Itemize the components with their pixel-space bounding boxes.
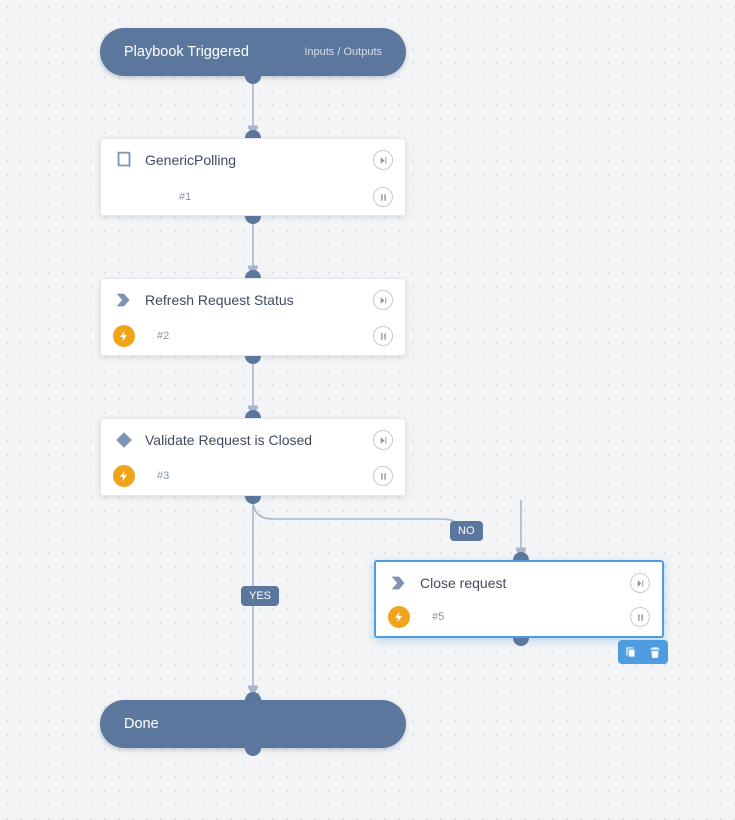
connector-knob — [245, 270, 261, 278]
connector-knob — [245, 496, 261, 504]
selection-toolbar — [618, 640, 668, 664]
pause-button[interactable] — [630, 607, 650, 627]
task-index: #2 — [157, 330, 169, 342]
diamond-icon — [113, 429, 135, 451]
task-index: #5 — [432, 611, 444, 623]
branch-label-no[interactable]: NO — [450, 521, 483, 541]
task-title: GenericPolling — [145, 152, 363, 168]
playbook-canvas[interactable]: Playbook Triggered Inputs / Outputs Gene… — [0, 0, 735, 820]
skip-button[interactable] — [630, 573, 650, 593]
connector-knob — [513, 638, 529, 646]
book-icon — [113, 149, 135, 171]
trigger-io-link[interactable]: Inputs / Outputs — [304, 46, 382, 58]
branch-label-yes[interactable]: YES — [241, 586, 279, 606]
connector-knob — [245, 748, 261, 756]
task-index: #1 — [179, 191, 191, 203]
task-title: Close request — [420, 575, 620, 591]
connector-knob — [245, 356, 261, 364]
chevron-icon — [388, 572, 410, 594]
pause-button[interactable] — [373, 326, 393, 346]
connector-knob — [513, 552, 529, 560]
task-card[interactable]: GenericPolling #1 — [100, 138, 406, 216]
bolt-icon — [113, 465, 135, 487]
skip-button[interactable] — [373, 430, 393, 450]
done-node[interactable]: Done — [100, 700, 406, 748]
connector-layer — [0, 0, 735, 820]
connector-knob — [245, 130, 261, 138]
skip-button[interactable] — [373, 150, 393, 170]
task-card-selected[interactable]: Close request #5 — [374, 560, 664, 638]
trigger-title: Playbook Triggered — [124, 44, 249, 60]
task-card[interactable]: Validate Request is Closed #3 — [100, 418, 406, 496]
connector-knob — [245, 692, 261, 700]
trigger-node[interactable]: Playbook Triggered Inputs / Outputs — [100, 28, 406, 76]
done-title: Done — [124, 716, 159, 732]
task-title: Refresh Request Status — [145, 292, 363, 308]
task-card[interactable]: Refresh Request Status #2 — [100, 278, 406, 356]
task-title: Validate Request is Closed — [145, 432, 363, 448]
bolt-icon — [113, 325, 135, 347]
delete-button[interactable] — [646, 643, 664, 661]
bolt-icon — [388, 606, 410, 628]
connector-knob — [245, 76, 261, 84]
connector-knob — [245, 216, 261, 224]
skip-button[interactable] — [373, 290, 393, 310]
chevron-icon — [113, 289, 135, 311]
task-index: #3 — [157, 470, 169, 482]
connector-knob — [245, 410, 261, 418]
copy-button[interactable] — [622, 643, 640, 661]
pause-button[interactable] — [373, 466, 393, 486]
pause-button[interactable] — [373, 187, 393, 207]
